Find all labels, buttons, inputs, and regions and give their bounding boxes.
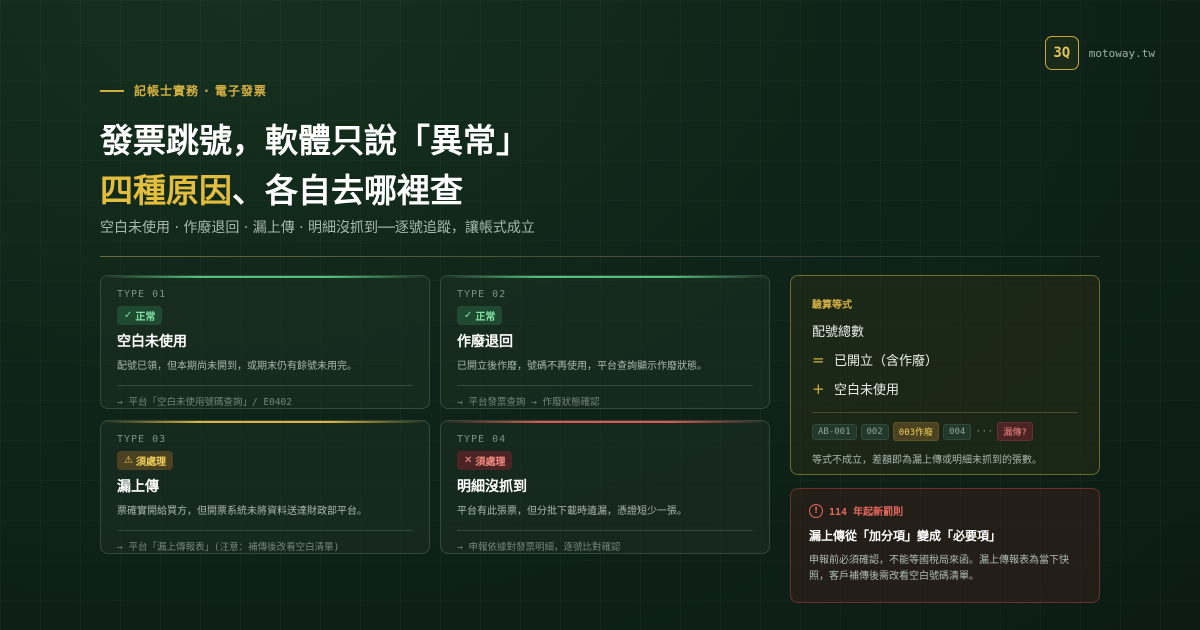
equation-label: 驗算等式 bbox=[812, 300, 852, 311]
rule-tag: 114 年起新罰則 bbox=[829, 507, 904, 518]
equation-divider bbox=[812, 412, 1078, 413]
rule-body: 申報前必須確認，不能等國稅局來函。漏上傳報表為當下快照，客戶補傳後需改看空白號碼… bbox=[809, 555, 1069, 582]
plus-icon: + bbox=[812, 379, 825, 398]
eyebrow: 記帳士實務 · 電子發票 bbox=[100, 82, 267, 99]
title-line-1: 發票跳號，軟體只說「異常」 bbox=[100, 121, 529, 160]
eyebrow-line bbox=[100, 89, 124, 92]
title-line-2: 四種原因、各自去哪裡查 bbox=[100, 166, 529, 216]
penalty-rule-panel: ! 114 年起新罰則 漏上傳從「加分項」變成「必要項」 申報前必須確認，不能等… bbox=[790, 488, 1100, 603]
card-type-label: TYPE 01 bbox=[117, 289, 167, 300]
card-title: 空白未使用 bbox=[117, 334, 187, 350]
rule-header: ! 114 年起新罰則 bbox=[809, 503, 1081, 518]
card-type-label: TYPE 02 bbox=[457, 289, 507, 300]
card-type-03: TYPE 03 ⚠ 須處理 漏上傳 票確實開給買方，但開票系統未將資料送達財政部平… bbox=[100, 420, 430, 554]
card-description: 已開立後作廢，號碼不再使用，平台查詢顯示作廢狀態。 bbox=[457, 361, 707, 372]
card-divider bbox=[457, 530, 753, 531]
eyebrow-text: 記帳士實務 · 電子發票 bbox=[134, 84, 267, 98]
number-chip: AB-001 bbox=[812, 423, 857, 440]
card-description: 配號已領，但本期尚未開到，或期末仍有餘號未用完。 bbox=[117, 361, 357, 372]
brand-domain: motoway.tw bbox=[1088, 46, 1155, 60]
card-title: 作廢退回 bbox=[457, 334, 513, 350]
status-badge: ✕ 須處理 bbox=[457, 451, 513, 470]
status-badge: ✓ 正常 bbox=[117, 306, 163, 325]
equation-line-blank: + 空白未使用 bbox=[812, 379, 1078, 399]
page-subtitle: 空白未使用 · 作廢退回 · 漏上傳 · 明細沒抓到──逐號追蹤，讓帳式成立 bbox=[100, 220, 535, 236]
card-divider bbox=[117, 530, 413, 531]
card-divider bbox=[117, 385, 413, 386]
equation-term: 配號總數 bbox=[812, 325, 865, 340]
check-icon: ✓ bbox=[124, 310, 133, 321]
card-description: 平台有此張票，但分批下載時遺漏，憑證短少一張。 bbox=[457, 506, 687, 517]
card-footnote: → 平台「漏上傳報表」(注意：補傳後改看空白清單) bbox=[117, 542, 340, 553]
card-divider bbox=[457, 385, 753, 386]
badge-label: 須處理 bbox=[475, 457, 506, 468]
card-footnote: → 平台發票查詢 → 作廢狀態確認 bbox=[457, 397, 600, 408]
check-icon: ✓ bbox=[464, 310, 473, 321]
card-title: 漏上傳 bbox=[117, 479, 159, 495]
warning-icon: ⚠ bbox=[124, 455, 133, 466]
brand-logo: 3Q bbox=[1044, 36, 1079, 70]
card-description: 票確實開給買方，但開票系統未將資料送達財政部平台。 bbox=[117, 506, 367, 517]
title-highlight: 四種原因 bbox=[100, 171, 232, 210]
number-sequence: AB-001 002 003作廢 004 ··· 漏傳? bbox=[812, 422, 1078, 441]
number-chip: 004 bbox=[943, 423, 972, 440]
rule-title: 漏上傳從「加分項」變成「必要項」 bbox=[809, 529, 1002, 543]
card-type-label: TYPE 04 bbox=[457, 434, 507, 445]
status-badge: ✓ 正常 bbox=[457, 306, 503, 325]
status-badge: ⚠ 須處理 bbox=[117, 451, 173, 470]
header-divider bbox=[100, 256, 1100, 257]
number-chip-void: 003作廢 bbox=[892, 422, 940, 441]
card-title: 明細沒抓到 bbox=[457, 479, 527, 495]
cross-icon: ✕ bbox=[464, 455, 473, 466]
ellipsis: ··· bbox=[975, 426, 994, 437]
brand: 3Q motoway.tw bbox=[1044, 36, 1155, 70]
equals-icon: = bbox=[812, 350, 825, 369]
equation-term: 已開立（含作廢） bbox=[834, 354, 939, 369]
badge-label: 正常 bbox=[475, 312, 496, 323]
number-chip: 002 bbox=[860, 423, 889, 440]
equation-term: 空白未使用 bbox=[834, 383, 900, 398]
card-type-02: TYPE 02 ✓ 正常 作廢退回 已開立後作廢，號碼不再使用，平台查詢顯示作廢狀… bbox=[440, 275, 770, 409]
card-footnote: → 平台「空白未使用號碼查詢」/ E0402 bbox=[117, 397, 292, 408]
equation-note: 等式不成立，差額即為漏上傳或明細未抓到的張數。 bbox=[812, 455, 1042, 466]
number-chip-missing: 漏傳? bbox=[997, 422, 1033, 441]
equation-line-issued: = 已開立（含作廢） bbox=[812, 350, 1078, 370]
card-footnote: → 申報依據對發票明細，逐號比對確認 bbox=[457, 542, 621, 553]
alert-icon: ! bbox=[809, 503, 823, 518]
badge-label: 正常 bbox=[135, 312, 156, 323]
equation-line-total: 配號總數 bbox=[812, 321, 1078, 340]
title-line-2-rest: 、各自去哪裡查 bbox=[232, 171, 463, 210]
card-type-label: TYPE 03 bbox=[117, 434, 167, 445]
card-type-01: TYPE 01 ✓ 正常 空白未使用 配號已領，但本期尚未開到，或期末仍有餘號未用… bbox=[100, 275, 430, 409]
page-title: 發票跳號，軟體只說「異常」 四種原因、各自去哪裡查 bbox=[100, 116, 529, 216]
badge-label: 須處理 bbox=[135, 457, 166, 468]
equation-panel: 驗算等式 配號總數 = 已開立（含作廢） + 空白未使用 AB-001 002 00… bbox=[790, 275, 1100, 475]
card-type-04: TYPE 04 ✕ 須處理 明細沒抓到 平台有此張票，但分批下載時遺漏，憑證短少一… bbox=[440, 420, 770, 554]
